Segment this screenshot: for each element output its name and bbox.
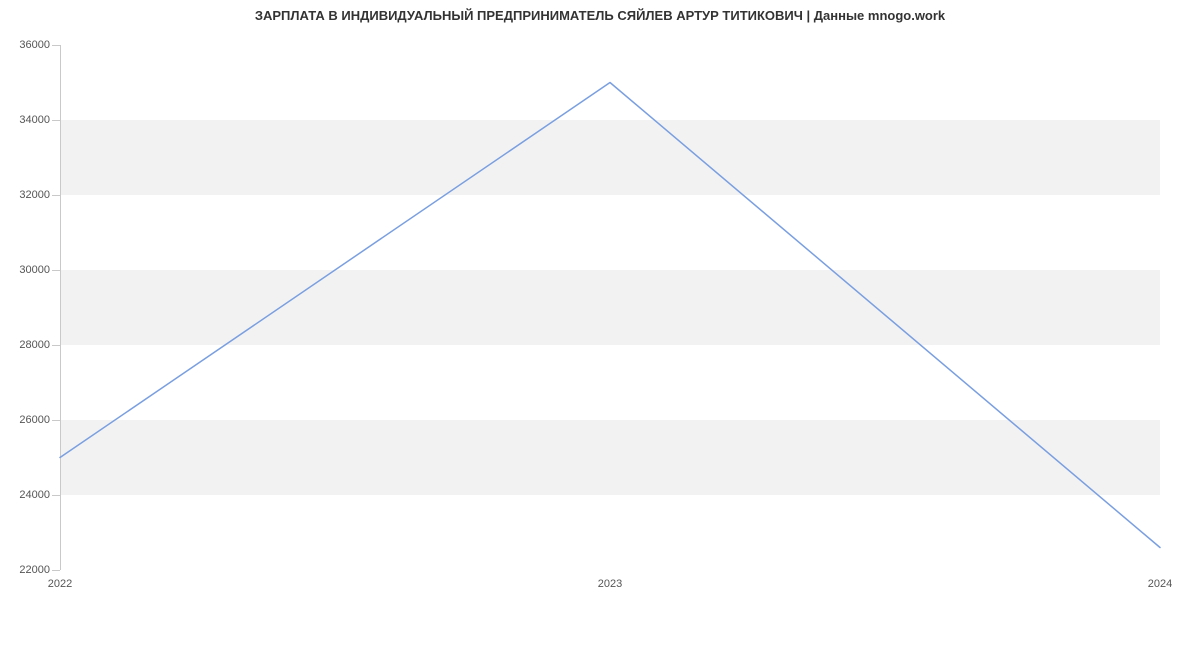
y-tick xyxy=(52,270,60,271)
x-tick-label: 2023 xyxy=(598,578,622,590)
y-tick xyxy=(52,345,60,346)
y-tick xyxy=(52,120,60,121)
y-tick-label: 26000 xyxy=(19,414,50,426)
plot-area: 2200024000260002800030000320003400036000… xyxy=(60,45,1160,570)
y-tick-label: 34000 xyxy=(19,114,50,126)
y-tick xyxy=(52,495,60,496)
y-tick-label: 22000 xyxy=(19,564,50,576)
salary-line-chart: ЗАРПЛАТА В ИНДИВИДУАЛЬНЫЙ ПРЕДПРИНИМАТЕЛ… xyxy=(0,0,1200,650)
y-tick-label: 36000 xyxy=(19,39,50,51)
y-tick xyxy=(52,45,60,46)
y-tick xyxy=(52,195,60,196)
y-tick-label: 24000 xyxy=(19,489,50,501)
x-tick-label: 2024 xyxy=(1148,578,1172,590)
y-tick-label: 30000 xyxy=(19,264,50,276)
line-series xyxy=(60,45,1160,570)
chart-title: ЗАРПЛАТА В ИНДИВИДУАЛЬНЫЙ ПРЕДПРИНИМАТЕЛ… xyxy=(0,8,1200,23)
y-tick xyxy=(52,420,60,421)
y-tick-label: 32000 xyxy=(19,189,50,201)
x-tick-label: 2022 xyxy=(48,578,72,590)
y-tick xyxy=(52,570,60,571)
y-tick-label: 28000 xyxy=(19,339,50,351)
